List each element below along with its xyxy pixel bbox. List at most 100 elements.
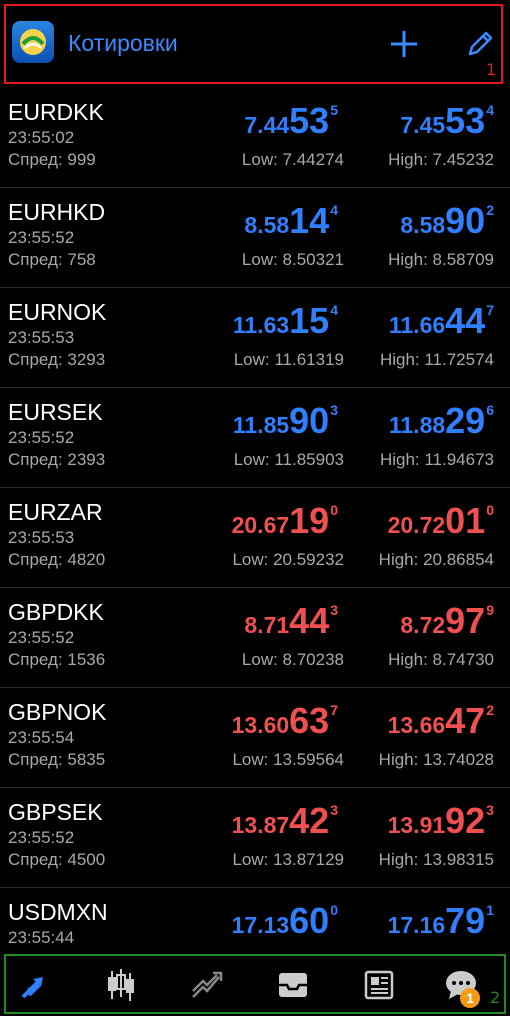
spread-value: Спред: 758 [8,250,96,269]
quote-time: 23:55:44 [8,928,75,947]
symbol-name: GBPDKK [8,599,104,625]
quote-time: 23:55:54 [8,728,75,747]
ask-price-fraction: 1 [486,902,494,918]
history-icon [279,973,307,997]
symbol-name: GBPNOK [8,699,107,725]
low-value: Low: 13.87129 [232,850,344,869]
quote-row[interactable]: EURZAR 23:55:53 Спред: 4820 20.67190 20.7201… [0,488,510,588]
top-toolbar: Котировки 1 [0,0,510,88]
ask-price-prefix: 8.58 [400,212,446,238]
high-value: High: 8.58709 [388,250,494,269]
ask-price: 17.16791 [388,900,494,942]
app-logo-icon[interactable] [12,21,54,63]
high-value: High: 7.45232 [388,150,494,169]
ask-price-prefix: 8.72 [400,612,446,638]
ask-price: 13.91923 [388,800,494,842]
bid-price-fraction: 4 [330,302,338,318]
quote-row[interactable]: GBPDKK 23:55:52 Спред: 1536 8.71443 8.72979 L… [0,588,510,688]
bid-price-fraction: 5 [330,102,338,118]
ask-price: 20.72010 [388,500,494,542]
quote-time: 23:55:52 [8,228,75,247]
add-symbol-button[interactable] [384,24,424,64]
ask-price-prefix: 13.66 [387,712,446,738]
ask-price-prefix: 13.91 [387,812,446,838]
ask-price-fraction: 3 [486,802,494,818]
bid-price-pips: 14 [289,200,330,241]
ask-price: 8.72979 [400,600,494,642]
bid-price-pips: 44 [289,600,330,641]
quotes-list: EURDKK 23:55:02 Спред: 999 7.44535 7.45534 Lo… [0,88,510,988]
bottom-navigation: 1 2 [0,952,510,1016]
quote-row[interactable]: GBPNOK 23:55:54 Спред: 5835 13.60637 13.6647… [0,688,510,788]
news-icon [364,970,394,1000]
spread-value: Спред: 1536 [8,650,106,669]
ask-price-pips: 97 [445,600,486,641]
bid-price-fraction: 0 [330,902,338,918]
bid-price: 17.13600 [232,900,338,942]
symbol-name: EURSEK [8,399,103,425]
quote-row[interactable]: EURSEK 23:55:52 Спред: 2393 11.85903 11.8829… [0,388,510,488]
quotes-icon [21,977,43,999]
bid-price-fraction: 3 [330,602,338,618]
quote-time: 23:55:53 [8,528,75,547]
ask-price-prefix: 7.45 [400,112,446,138]
nav-trade[interactable] [184,962,230,1008]
bid-price-fraction: 0 [330,502,338,518]
nav-history[interactable] [270,962,316,1008]
bid-price-prefix: 17.13 [231,912,290,938]
ask-price-pips: 29 [445,400,486,441]
annotation-number-2: 2 [490,988,501,1007]
ask-price-fraction: 2 [486,702,494,718]
low-value: Low: 8.50321 [241,250,344,269]
bid-price: 7.44535 [244,100,338,142]
quote-row[interactable]: EURHKD 23:55:52 Спред: 758 8.58144 8.58902 Lo… [0,188,510,288]
high-value: High: 13.74028 [378,750,494,769]
quote-time: 23:55:52 [8,428,75,447]
spread-value: Спред: 2393 [8,450,106,469]
spread-value: Спред: 999 [8,150,96,169]
ask-price: 7.45534 [400,100,494,142]
ask-price-pips: 47 [445,700,486,741]
ask-price-prefix: 17.16 [387,912,446,938]
ask-price-pips: 79 [445,900,486,941]
bid-price-pips: 19 [289,500,330,541]
bid-price: 20.67190 [232,500,338,542]
low-value: Low: 8.70238 [241,650,344,669]
quote-row[interactable]: GBPSEK 23:55:52 Спред: 4500 13.87423 13.9192… [0,788,510,888]
high-value: High: 11.94673 [379,450,494,469]
bid-price-prefix: 8.58 [244,212,290,238]
symbol-name: GBPSEK [8,799,103,825]
ask-price-fraction: 0 [486,502,494,518]
edit-button[interactable] [460,24,500,64]
ask-price-pips: 92 [445,800,486,841]
quote-time: 23:55:52 [8,628,75,647]
symbol-name: EURHKD [8,199,106,225]
bid-price: 13.87423 [232,800,338,842]
ask-price-pips: 44 [445,300,486,341]
ask-price-prefix: 11.88 [388,412,446,438]
ask-price: 13.66472 [388,700,494,742]
annotation-box-2 [4,954,506,1014]
ask-price-fraction: 7 [486,302,494,318]
nav-quotes[interactable] [12,962,58,1008]
bid-price-pips: 63 [289,700,330,741]
ask-price: 11.88296 [389,400,494,442]
ask-price-prefix: 11.66 [388,312,446,338]
quote-row[interactable]: EURDKK 23:55:02 Спред: 999 7.44535 7.45534 Lo… [0,88,510,188]
nav-news[interactable] [356,962,402,1008]
bid-price: 8.58144 [244,200,338,242]
high-value: High: 20.86854 [378,550,494,569]
bid-price: 8.71443 [244,600,338,642]
symbol-name: EURNOK [8,299,107,325]
high-value: High: 11.72574 [379,350,494,369]
high-value: High: 8.74730 [388,650,494,669]
bid-price-prefix: 11.63 [232,312,290,338]
ask-price-pips: 01 [445,500,486,541]
bid-price-pips: 15 [289,300,330,341]
ask-price: 8.58902 [400,200,494,242]
nav-chart[interactable] [98,962,144,1008]
bid-price-prefix: 13.60 [231,712,290,738]
symbol-name: EURZAR [8,499,103,525]
quote-row[interactable]: EURNOK 23:55:53 Спред: 3293 11.63154 11.6644… [0,288,510,388]
bid-price-prefix: 11.85 [232,412,290,438]
